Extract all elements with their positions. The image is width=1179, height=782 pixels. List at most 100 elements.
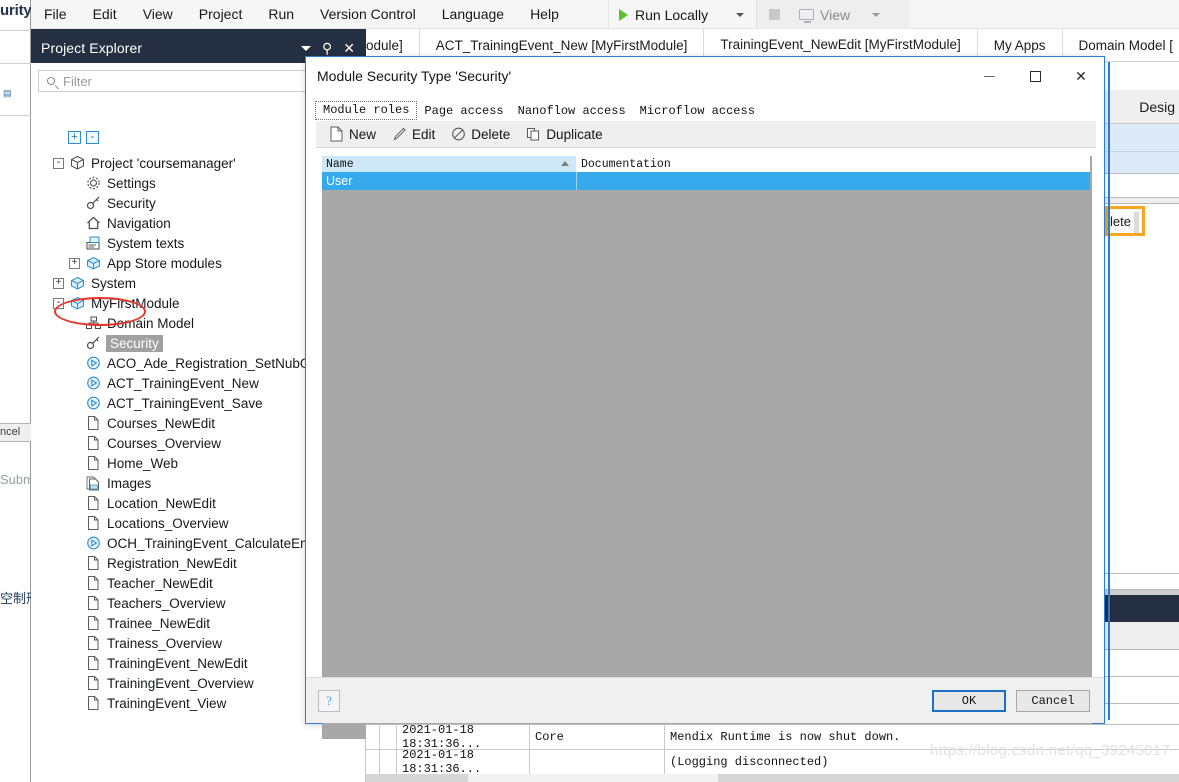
gear-icon [85,175,102,191]
grid-column-name-label: Name [326,157,354,171]
scrollbar-thumb[interactable] [1134,212,1139,233]
tree-expand-toggle[interactable]: + [53,277,64,289]
tree-item-label: ACT_TrainingEvent_New [107,375,259,391]
panel-menu-icon[interactable] [301,45,311,51]
tree-item-label: Trainess_Overview [107,635,223,651]
close-icon-dialog: ✕ [1075,67,1087,84]
pencil-icon [393,127,406,141]
filter-placeholder: Filter [63,73,92,89]
grid-header-row: Name Documentation [322,156,1090,172]
menu-file[interactable]: File [31,0,80,29]
help-button[interactable]: ? [318,689,340,712]
delete-button-label: lete [1110,213,1131,229]
chevron-down-icon-2[interactable] [872,12,881,17]
module-icon [85,255,102,271]
search-icon [47,77,55,85]
console-category-0: Core [530,724,665,750]
right-row-dark [1105,595,1179,622]
console-timestamp-1: 2021-01-18 18:31:36... [397,748,530,776]
microflow-icon [85,395,102,411]
images-icon [85,475,102,491]
dialog-title-bar: Module Security Type 'Security' ✕ [306,57,1104,95]
module-icon [69,275,86,291]
tab-microflow-access[interactable]: Microflow access [632,103,762,120]
new-button-label: New [349,126,377,142]
tab-module-roles[interactable]: Module roles [315,101,418,120]
texts-icon [85,235,102,251]
tree-expand-toggle[interactable]: + [69,257,80,269]
duplicate-button-label: Duplicate [546,126,603,142]
close-button[interactable]: ✕ [1058,57,1104,95]
duplicate-button[interactable]: Duplicate [526,126,603,142]
tree-item-label: TrainingEvent_View [107,695,227,711]
tree-collapse-toggle[interactable]: - [53,157,64,169]
tree-collapse-toggle[interactable]: - [53,297,64,309]
edit-button[interactable]: Edit [392,126,435,142]
pin-icon[interactable]: ⚲ [322,41,332,55]
copy-icon [527,128,540,141]
expand-all-button[interactable]: + [68,131,81,144]
dialog-tab-strip: Module roles Page access Nanoflow access… [315,101,762,120]
run-locally-label: Run Locally [635,6,709,23]
module-roles-grid [322,156,1092,739]
console-horizontal-scrollbar[interactable] [366,774,1179,782]
menu-run[interactable]: Run [255,0,307,29]
delete-button-highlighted[interactable]: lete [1105,206,1145,236]
console-gutter-a-1 [366,749,380,775]
menu-edit[interactable]: Edit [80,0,130,29]
new-button[interactable]: New [329,126,376,142]
tab-label-2: TrainingEvent_NewEdit [MyFirstModule] [720,36,961,52]
microflow-icon [85,375,102,391]
page-icon [85,615,102,631]
cancel-button[interactable]: Cancel [1016,689,1090,712]
tree-item-label: Security [107,195,156,211]
tab-page-access[interactable]: Page access [417,103,511,120]
tree-item-label: TrainingEvent_Overview [107,675,254,691]
view-label[interactable]: View [820,7,850,23]
menu-project[interactable]: Project [186,0,256,29]
edit-button-label: Edit [412,126,436,142]
right-row-highlight-2 [1105,152,1179,174]
page-icon [85,635,102,651]
maximize-button[interactable] [1012,57,1058,95]
module-security-dialog: Module Security Type 'Security' ✕ Module… [305,56,1105,739]
run-locally-button[interactable]: Run Locally [608,0,756,29]
no-entry-icon [452,127,466,141]
menu-help[interactable]: Help [517,0,572,29]
tab-label-1: ACT_TrainingEvent_New [MyFirstModule] [435,37,688,53]
project-explorer-title: Project Explorer [41,40,143,56]
page-icon [85,595,102,611]
stop-icon[interactable] [769,9,780,20]
table-row[interactable]: User [322,172,1090,190]
menu-view[interactable]: View [130,0,186,29]
ok-button[interactable]: OK [932,689,1006,712]
tree-item-label: App Store modules [107,255,222,271]
menu-language[interactable]: Language [429,0,517,29]
tree-item-label: OCH_TrainingEvent_CalculateEn [107,535,308,551]
right-row-3 [1105,174,1179,198]
tree-item-label: TrainingEvent_NewEdit [107,655,248,671]
console-gutter-b [380,724,397,750]
console-scroll-thumb[interactable] [468,774,718,782]
grid-column-name[interactable]: Name [322,156,577,172]
background-left-strip: urity3 ▤ ncel Subm 空制形 [0,0,31,782]
chevron-down-icon[interactable] [736,12,744,17]
background-title-fragment: urity3 [0,2,31,19]
tree-item-label: Teacher_NewEdit [107,575,213,591]
collapse-all-button[interactable]: - [86,131,99,144]
close-icon[interactable]: ✕ [343,41,355,55]
background-cancel-fragment: ncel [0,423,31,442]
tab-nanoflow-access[interactable]: Nanoflow access [510,103,633,120]
menu-version-control[interactable]: Version Control [307,0,429,29]
maximize-icon [1029,70,1041,82]
delete-button-dialog[interactable]: Delete [451,126,510,142]
designer-label: Desig [1105,90,1179,124]
grid-rows: User [322,172,1090,190]
microflow-icon [85,355,102,371]
console-gutter-b-1 [380,749,397,775]
grid-column-documentation[interactable]: Documentation [577,156,1090,172]
module-icon [69,295,86,311]
tree-item-label: Trainee_NewEdit [107,615,211,631]
minimize-button[interactable] [966,57,1012,95]
tree-item-label: Images [107,475,152,491]
